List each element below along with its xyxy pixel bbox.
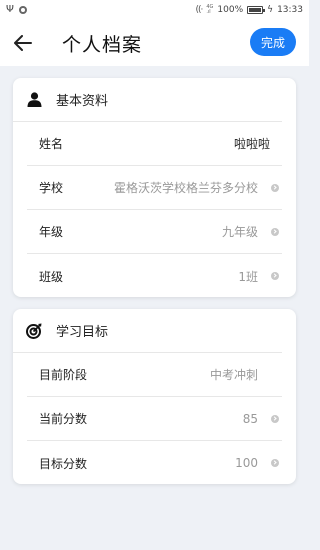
- target-score-row[interactable]: 目标分数 100: [27, 441, 282, 485]
- class-label: 班级: [39, 269, 64, 284]
- status-right: ((· 4G .ıl 100% ϟ 13:33: [195, 4, 303, 16]
- basic-info-card: 基本资料 姓名 啦啦啦 学校 霍格沃茨学校格兰芬多分校 年级 九年级 班级 1班: [13, 78, 296, 297]
- school-value: 霍格沃茨学校格兰芬多分校: [113, 181, 258, 195]
- study-goal-header: 学习目标: [13, 309, 282, 353]
- basic-info-header: 基本资料: [13, 78, 282, 122]
- target-score-value: 100: [235, 456, 258, 470]
- current-stage-value: 中考冲刺: [209, 368, 258, 382]
- study-goal-card: 学习目标 目前阶段 中考冲刺 当前分数 85 目标分数 100: [13, 309, 296, 484]
- name-row[interactable]: 姓名 啦啦啦: [27, 122, 282, 166]
- current-score-row[interactable]: 当前分数 85: [27, 397, 282, 441]
- done-button[interactable]: 完成: [250, 28, 296, 56]
- grade-value: 九年级: [221, 225, 258, 239]
- usb-icon: Ψ: [6, 4, 14, 15]
- current-stage-label: 目前阶段: [39, 368, 88, 382]
- class-row[interactable]: 班级 1班: [27, 254, 282, 298]
- notification-icon: [18, 6, 27, 14]
- chevron-right-icon: [271, 415, 279, 423]
- signal-icon: 4G .ıl: [206, 4, 214, 15]
- school-row[interactable]: 学校 霍格沃茨学校格兰芬多分校: [27, 166, 282, 210]
- class-value: 1班: [238, 269, 258, 284]
- clock: 13:33: [277, 5, 303, 15]
- back-button[interactable]: [12, 32, 34, 54]
- current-score-label: 当前分数: [39, 412, 88, 426]
- app-header: 个人档案 完成: [0, 20, 309, 66]
- current-stage-row[interactable]: 目前阶段 中考冲刺: [27, 353, 282, 397]
- current-score-value: 85: [242, 411, 258, 426]
- study-goal-title: 学习目标: [56, 325, 109, 340]
- basic-info-title: 基本资料: [56, 94, 109, 109]
- person-icon: [26, 92, 42, 108]
- chevron-right-icon: [271, 228, 279, 236]
- school-label: 学校: [39, 181, 64, 195]
- name-value: 啦啦啦: [233, 137, 270, 151]
- target-icon: [26, 323, 42, 339]
- wifi-icon: ((·: [195, 5, 203, 15]
- page-title: 个人档案: [62, 34, 143, 56]
- battery-percent: 100%: [217, 5, 244, 15]
- grade-row[interactable]: 年级 九年级: [27, 210, 282, 254]
- chevron-right-icon: [271, 272, 279, 280]
- status-left: Ψ: [6, 5, 27, 15]
- chevron-right-icon: [271, 459, 279, 467]
- status-bar: Ψ ((· 4G .ıl 100% ϟ 13:33: [0, 0, 309, 20]
- grade-label: 年级: [39, 225, 64, 239]
- name-label: 姓名: [39, 137, 64, 151]
- battery-icon: [247, 6, 266, 14]
- back-arrow-icon: [14, 35, 32, 51]
- chevron-right-icon: [271, 184, 279, 192]
- charging-icon: ϟ: [267, 5, 274, 15]
- target-score-label: 目标分数: [39, 456, 88, 471]
